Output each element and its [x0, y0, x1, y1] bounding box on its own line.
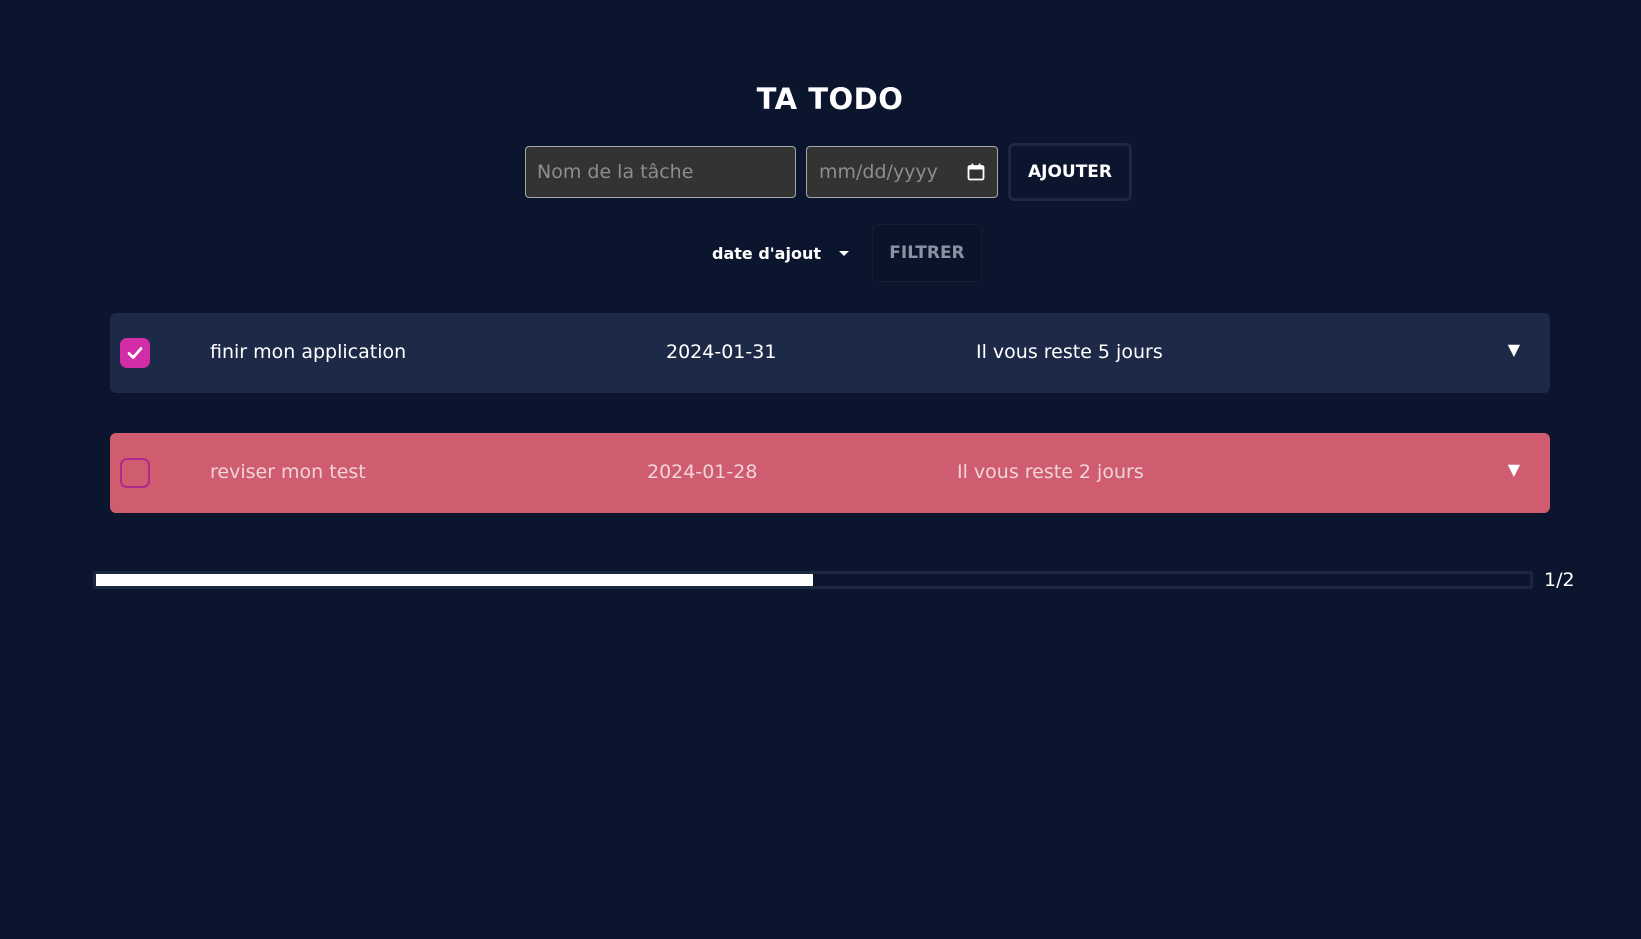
task-remaining-days: Il vous reste 5 jours	[976, 341, 1163, 363]
triangle-down-icon[interactable]: ▼	[1508, 460, 1520, 479]
due-date-input[interactable]: mm/dd/yyyy	[806, 146, 998, 198]
progress-section: 1/2	[93, 569, 1575, 591]
todo-page: TA TODO mm/dd/yyyy AJOUTER date d'ajout …	[0, 0, 1641, 939]
calendar-icon[interactable]	[967, 163, 985, 181]
filter-button[interactable]: FILTRER	[871, 224, 982, 282]
add-task-button[interactable]: AJOUTER	[1008, 143, 1132, 201]
sort-select-value: date d'ajout	[712, 243, 821, 263]
task-remaining-days: Il vous reste 2 jours	[957, 461, 1144, 483]
task-name: finir mon application	[210, 341, 407, 363]
sort-select[interactable]: date d'ajout	[690, 224, 863, 282]
task-name-input[interactable]	[525, 146, 796, 198]
triangle-down-icon[interactable]: ▼	[1508, 340, 1520, 359]
date-placeholder: mm/dd/yyyy	[819, 161, 938, 183]
task-checkbox[interactable]	[120, 338, 150, 368]
add-task-form: mm/dd/yyyy AJOUTER	[525, 143, 1132, 201]
task-due-date: 2024-01-28	[647, 461, 758, 483]
check-icon	[127, 347, 143, 359]
task-item: finir mon application 2024-01-31 Il vous…	[110, 313, 1550, 393]
task-name: reviser mon test	[210, 461, 366, 483]
task-due-date: 2024-01-31	[666, 341, 777, 363]
caret-down-icon	[838, 250, 849, 256]
task-checkbox[interactable]	[120, 458, 150, 488]
page-title: TA TODO	[756, 82, 904, 116]
task-item: reviser mon test 2024-01-28 Il vous rest…	[110, 433, 1550, 513]
task-list: finir mon application 2024-01-31 Il vous…	[110, 313, 1550, 553]
progress-bar-fill	[96, 574, 813, 586]
filter-bar: date d'ajout FILTRER	[690, 224, 982, 282]
progress-bar	[93, 571, 1533, 589]
progress-count: 1/2	[1544, 569, 1575, 591]
